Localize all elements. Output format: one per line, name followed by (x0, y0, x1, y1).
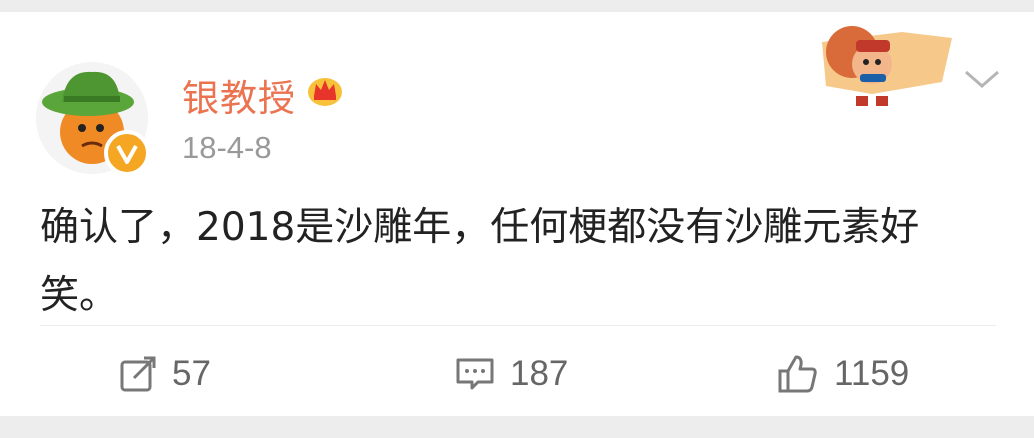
author-name[interactable]: 银教授 (182, 68, 296, 122)
repost-icon (118, 354, 158, 394)
repost-count: 57 (172, 354, 211, 393)
like-button[interactable]: 1159 (776, 352, 909, 396)
verified-badge (104, 130, 150, 176)
thumbs-up-icon (776, 353, 820, 395)
comment-button[interactable]: 187 (454, 352, 568, 396)
comment-icon (454, 354, 496, 394)
repost-button[interactable]: 57 (118, 352, 211, 396)
post-timestamp: 18-4-8 (182, 130, 272, 165)
like-count: 1159 (834, 354, 910, 393)
post-text: 确认了，2018是沙雕年，任何梗都没有沙雕元素好笑。 (40, 205, 920, 318)
weibo-post-card: 银教授 18-4-8 确认了，2018是沙雕年，任何梗都没有沙雕元素好笑。 57… (0, 12, 1034, 416)
chevron-down-icon[interactable] (962, 68, 1002, 96)
crown-icon[interactable] (306, 74, 344, 112)
v-badge-icon (116, 145, 138, 164)
cartoon-character-sticker (812, 12, 960, 116)
comment-count: 187 (510, 354, 569, 393)
divider (40, 325, 996, 326)
